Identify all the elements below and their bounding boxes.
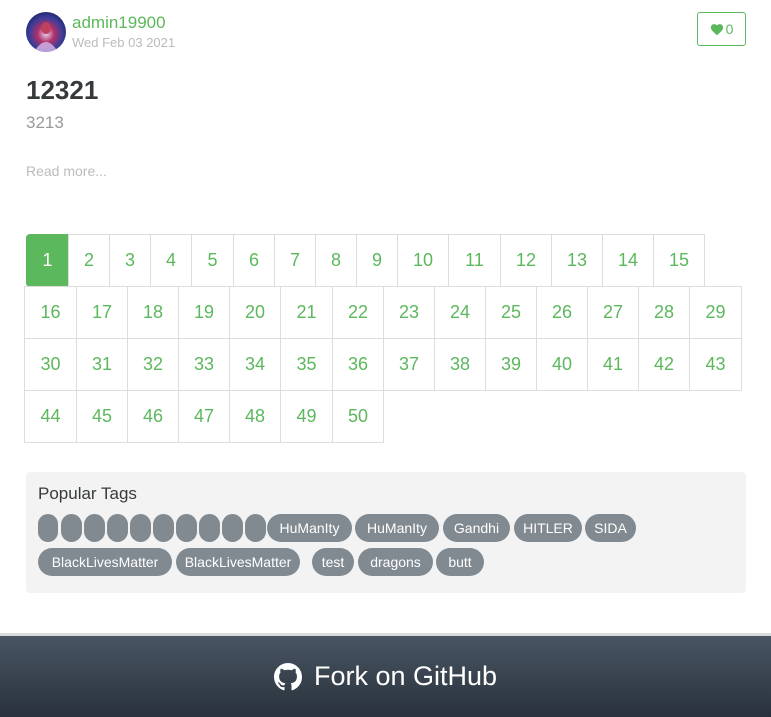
favorite-count: 0 [725, 21, 734, 37]
avatar[interactable] [26, 12, 66, 52]
page-link-46[interactable]: 46 [127, 390, 179, 443]
tag-pill[interactable]: BlackLivesMatter [176, 548, 300, 576]
page-link-22[interactable]: 22 [332, 286, 384, 339]
tag-pill[interactable] [84, 514, 105, 542]
tag-pill[interactable] [61, 514, 82, 542]
page-link-12[interactable]: 12 [500, 234, 552, 287]
page-link-34[interactable]: 34 [229, 338, 281, 391]
page-link-28[interactable]: 28 [638, 286, 690, 339]
page-link-31[interactable]: 31 [76, 338, 128, 391]
page-link-50[interactable]: 50 [332, 390, 384, 443]
article-date: Wed Feb 03 2021 [72, 35, 176, 50]
article-preview: admin19900 Wed Feb 03 2021 0 12321 3213 … [26, 10, 746, 210]
page-link-25[interactable]: 25 [485, 286, 537, 339]
page-link-15[interactable]: 15 [653, 234, 705, 287]
page-link-45[interactable]: 45 [76, 390, 128, 443]
page-link-10[interactable]: 10 [397, 234, 449, 287]
page-link-42[interactable]: 42 [638, 338, 690, 391]
page-link-3[interactable]: 3 [109, 234, 151, 287]
page-link-39[interactable]: 39 [485, 338, 537, 391]
page-link-38[interactable]: 38 [434, 338, 486, 391]
page-link-17[interactable]: 17 [76, 286, 128, 339]
tag-pill[interactable] [107, 514, 128, 542]
page-link-8[interactable]: 8 [315, 234, 357, 287]
page-link-47[interactable]: 47 [178, 390, 230, 443]
tag-pill[interactable]: butt [436, 548, 484, 576]
tag-pill[interactable]: HuManIty [267, 514, 352, 542]
page-link-5[interactable]: 5 [191, 234, 234, 287]
read-more-link[interactable]: Read more... [26, 162, 107, 180]
page-link-13[interactable]: 13 [551, 234, 603, 287]
tag-pill[interactable] [199, 514, 220, 542]
tag-pill[interactable]: SIDA [585, 514, 636, 542]
author-link[interactable]: admin19900 [72, 12, 166, 34]
tag-pill[interactable]: dragons [358, 548, 433, 576]
page-link-37[interactable]: 37 [383, 338, 435, 391]
page-link-19[interactable]: 19 [178, 286, 230, 339]
tag-pill[interactable]: test [312, 548, 354, 576]
page-link-26[interactable]: 26 [536, 286, 588, 339]
page-link-20[interactable]: 20 [229, 286, 281, 339]
page-link-33[interactable]: 33 [178, 338, 230, 391]
page-link-30[interactable]: 30 [24, 338, 77, 391]
page-link-7[interactable]: 7 [274, 234, 316, 287]
page-link-29[interactable]: 29 [689, 286, 742, 339]
tag-pill[interactable] [245, 514, 266, 542]
page-link-4[interactable]: 4 [150, 234, 192, 287]
page-link-14[interactable]: 14 [602, 234, 654, 287]
page-link-1[interactable]: 1 [26, 234, 69, 287]
tag-pill[interactable] [153, 514, 174, 542]
popular-tags-panel: Popular Tags HuManIty HuManIty Gandhi HITLE… [26, 472, 746, 593]
tag-pill[interactable]: HITLER [514, 514, 582, 542]
page-link-21[interactable]: 21 [280, 286, 333, 339]
fork-on-github-banner[interactable]: Fork on GitHub [0, 633, 771, 717]
github-icon [273, 662, 302, 690]
tag-pill[interactable] [130, 514, 151, 542]
tag-pill[interactable] [176, 514, 197, 542]
page-link-48[interactable]: 48 [229, 390, 281, 443]
page-link-23[interactable]: 23 [383, 286, 435, 339]
page-link-6[interactable]: 6 [233, 234, 275, 287]
page-link-9[interactable]: 9 [356, 234, 398, 287]
page-link-44[interactable]: 44 [24, 390, 77, 443]
tag-pill[interactable]: Gandhi [443, 514, 510, 542]
popular-tags-title: Popular Tags [38, 484, 137, 503]
tag-pill[interactable]: BlackLivesMatter [38, 548, 172, 576]
page-link-2[interactable]: 2 [68, 234, 110, 287]
heart-icon [710, 23, 723, 35]
page-link-41[interactable]: 41 [587, 338, 639, 391]
fork-on-github-label: Fork on GitHub [313, 661, 498, 691]
page-link-24[interactable]: 24 [434, 286, 486, 339]
article-description[interactable]: 3213 [26, 112, 64, 134]
article-title[interactable]: 12321 [26, 74, 98, 106]
tag-pill[interactable] [222, 514, 243, 542]
page-link-16[interactable]: 16 [24, 286, 77, 339]
favorite-button[interactable]: 0 [697, 12, 746, 46]
page-link-40[interactable]: 40 [536, 338, 588, 391]
page-link-43[interactable]: 43 [689, 338, 742, 391]
page-link-27[interactable]: 27 [587, 286, 639, 339]
page-link-36[interactable]: 36 [332, 338, 384, 391]
tag-pill[interactable]: HuManIty [355, 514, 439, 542]
tag-pill[interactable] [38, 514, 58, 542]
page-link-18[interactable]: 18 [127, 286, 179, 339]
page-link-49[interactable]: 49 [280, 390, 333, 443]
page-link-32[interactable]: 32 [127, 338, 179, 391]
page-link-35[interactable]: 35 [280, 338, 333, 391]
page-link-11[interactable]: 11 [448, 234, 501, 287]
